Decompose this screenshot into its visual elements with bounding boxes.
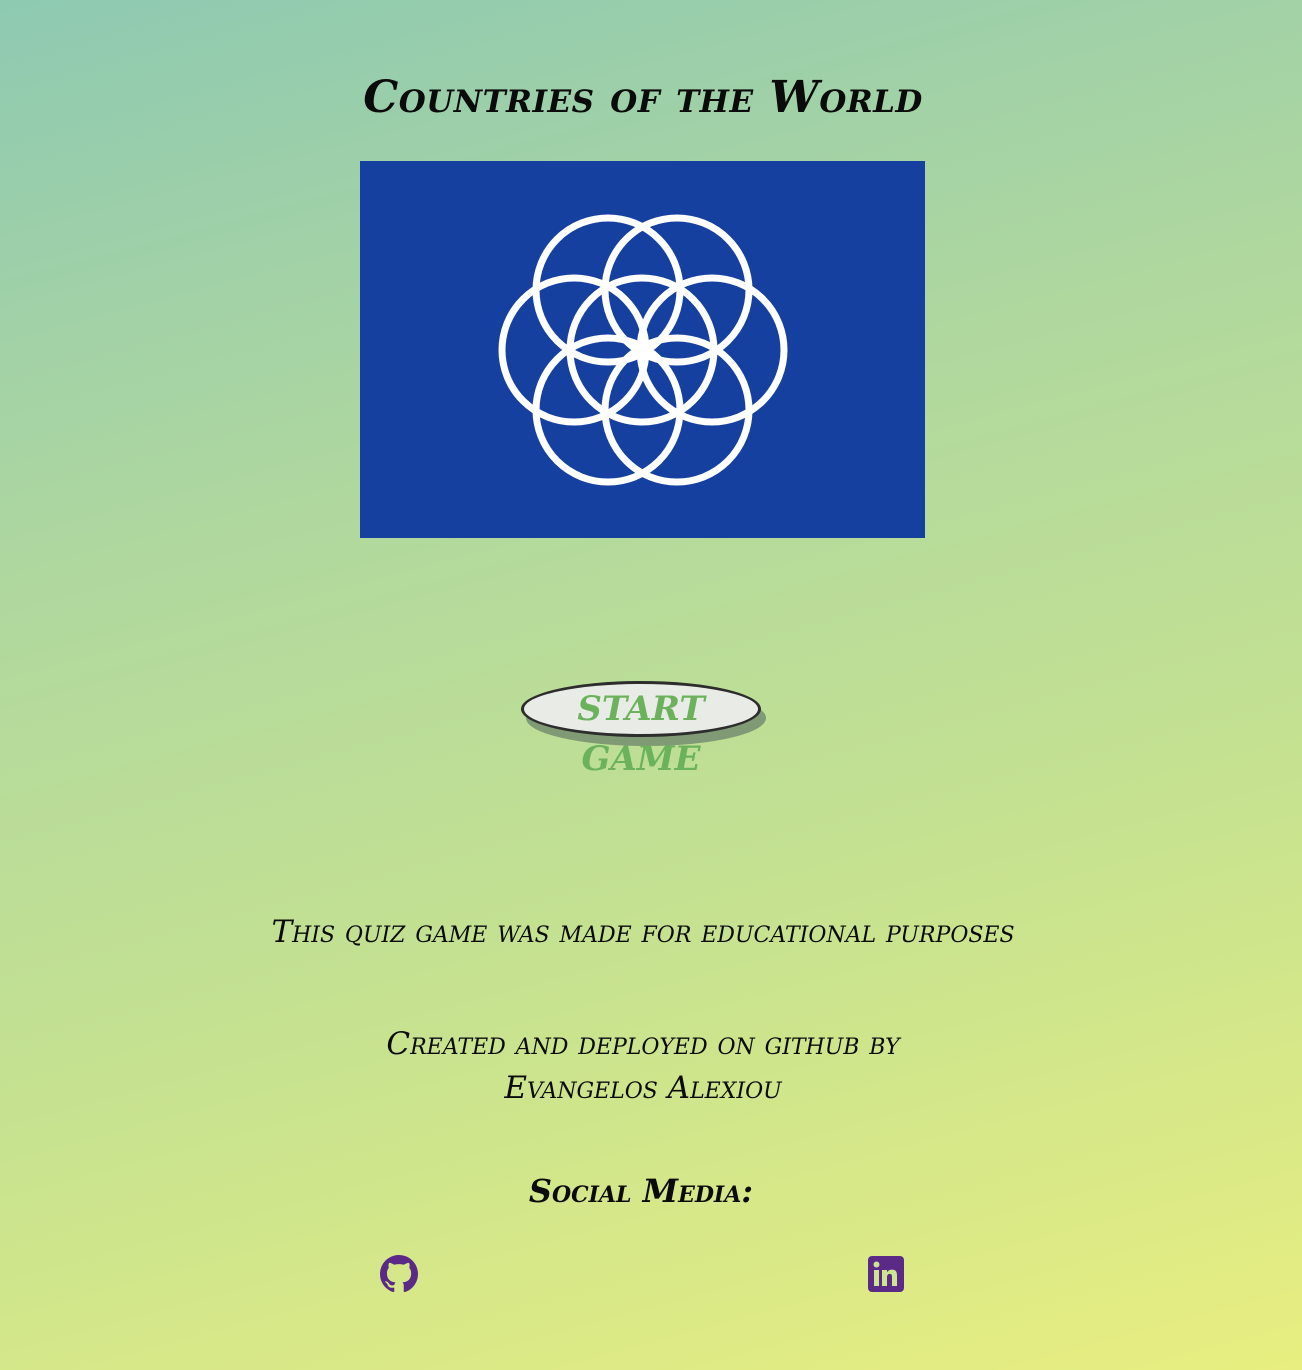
github-icon	[380, 1255, 418, 1293]
credit-author: Evangelos Alexiou	[504, 1070, 782, 1106]
github-link[interactable]	[380, 1255, 418, 1293]
educational-note: This quiz game was made for educational …	[271, 914, 1015, 950]
credit-line-1: Created and deployed on github by	[386, 1026, 900, 1062]
page-title: Countries of the World	[363, 72, 923, 123]
linkedin-icon	[868, 1256, 904, 1292]
linkedin-link[interactable]	[868, 1256, 904, 1292]
start-game-button[interactable]: START GAME	[521, 681, 761, 779]
flag-rings-icon	[498, 214, 788, 486]
social-media-heading: Social Media:	[528, 1172, 754, 1210]
page: Countries of the World START GAME This q…	[0, 0, 1302, 1370]
credit-text: Created and deployed on github by Evange…	[0, 1022, 1286, 1110]
flag-image	[360, 161, 925, 538]
